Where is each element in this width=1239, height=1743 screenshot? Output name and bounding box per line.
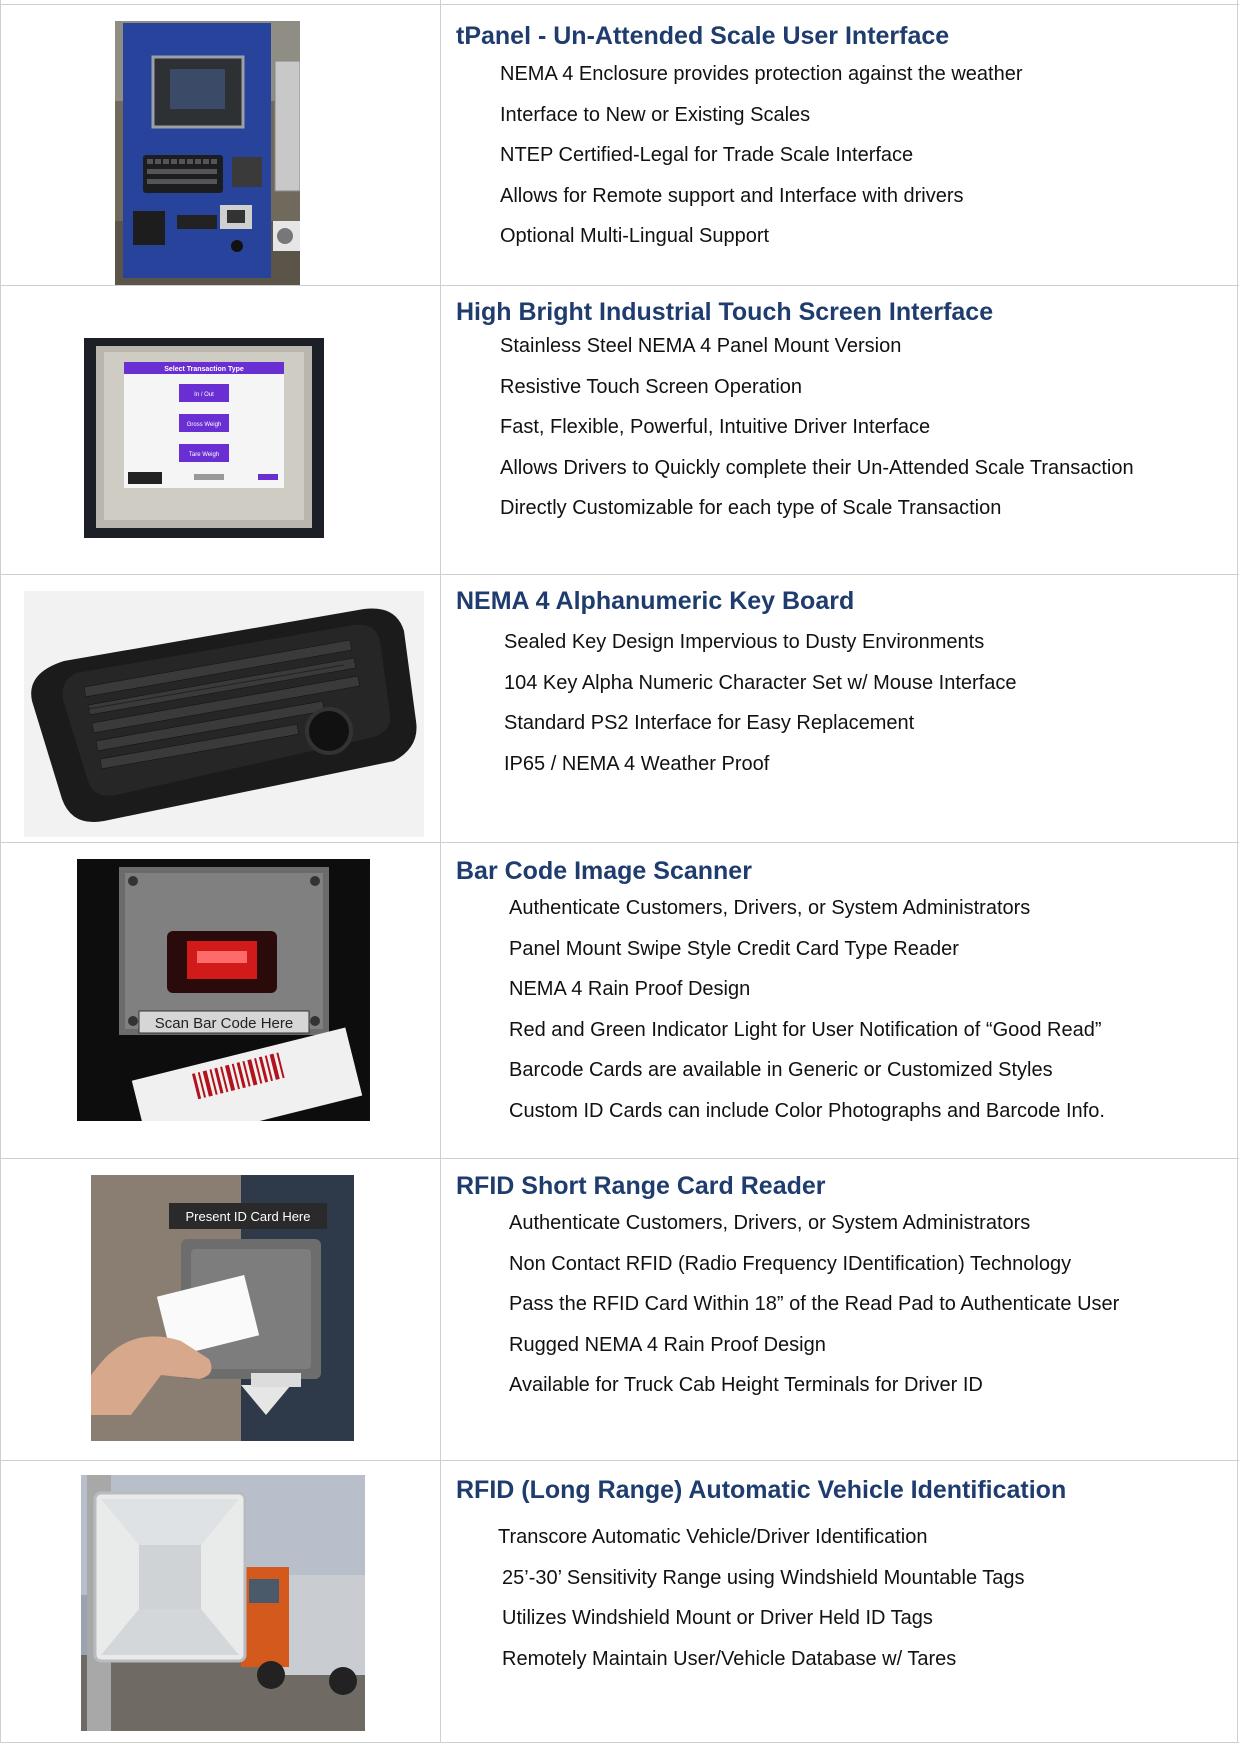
list-item: Standard PS2 Interface for Easy Replacem… xyxy=(504,712,915,734)
list-item: Allows Drivers to Quickly complete their… xyxy=(500,456,1134,479)
kiosk-terminal-photo xyxy=(115,21,300,286)
list-item: Pass the RFID Card Within 18” of the Rea… xyxy=(509,1293,1120,1315)
keyboard-photo xyxy=(24,591,424,837)
list-item: 104 Key Alpha Numeric Character Set w/ M… xyxy=(504,671,1017,694)
list-item: Stainless Steel NEMA 4 Panel Mount Versi… xyxy=(500,335,902,357)
screen-button-label: Tare Weigh xyxy=(189,452,219,458)
list-item: Fast, Flexible, Powerful, Intuitive Driv… xyxy=(500,416,931,438)
product-row-rfid-short-range: Present ID Card Here RFID Short Range Ca… xyxy=(0,1158,1239,1460)
list-item: Optional Multi-Lingual Support xyxy=(500,225,770,247)
feature-list: Sealed Key Design Impervious to Dusty En… xyxy=(504,622,1016,784)
list-item: NTEP Certified-Legal for Trade Scale Int… xyxy=(500,144,914,166)
product-title: NEMA 4 Alphanumeric Key Board xyxy=(456,587,855,615)
scanner-label: Scan Bar Code Here xyxy=(155,1015,293,1032)
barcode-scanner-photo: Scan Bar Code Here xyxy=(77,859,370,1121)
screen-button-label: In / Out xyxy=(194,392,214,398)
rfid-card-reader-photo: Present ID Card Here xyxy=(91,1175,354,1441)
list-item: Barcode Cards are available in Generic o… xyxy=(509,1059,1053,1081)
product-title: RFID (Long Range) Automatic Vehicle Iden… xyxy=(456,1476,1067,1504)
list-item: Panel Mount Swipe Style Credit Card Type… xyxy=(509,937,959,960)
screen-button-label: Gross Weigh xyxy=(187,422,222,428)
list-item: Custom ID Cards can include Color Photog… xyxy=(509,1099,1105,1122)
touch-screen-photo: Select Transaction Type In / Out Gross W… xyxy=(84,338,324,538)
list-item: Available for Truck Cab Height Terminals… xyxy=(509,1374,983,1396)
product-title: RFID Short Range Card Reader xyxy=(456,1172,826,1200)
list-item: Remotely Maintain User/Vehicle Database … xyxy=(502,1647,957,1670)
list-item: Non Contact RFID (Radio Frequency IDenti… xyxy=(509,1252,1072,1275)
list-item: NEMA 4 Enclosure provides protection aga… xyxy=(500,63,1023,85)
screen-header: Select Transaction Type xyxy=(164,366,244,373)
feature-list: Stainless Steel NEMA 4 Panel Mount Versi… xyxy=(500,326,1134,529)
list-item: NEMA 4 Rain Proof Design xyxy=(509,978,751,1000)
product-row-rfid-long-range: RFID (Long Range) Automatic Vehicle Iden… xyxy=(0,1460,1239,1743)
product-row-keyboard: NEMA 4 Alphanumeric Key Board Sealed Key… xyxy=(0,574,1239,842)
list-item: Interface to New or Existing Scales xyxy=(500,103,811,126)
product-title: High Bright Industrial Touch Screen Inte… xyxy=(456,298,994,326)
list-item: Sealed Key Design Impervious to Dusty En… xyxy=(504,631,985,653)
list-item: Resistive Touch Screen Operation xyxy=(500,375,803,398)
product-row-touch-screen: Select Transaction Type In / Out Gross W… xyxy=(0,285,1239,574)
product-row-barcode-scanner: Scan Bar Code Here Bar Code Image Scanne… xyxy=(0,842,1239,1158)
list-item: Allows for Remote support and Interface … xyxy=(500,184,964,207)
feature-list: NEMA 4 Enclosure provides protection aga… xyxy=(500,54,1023,257)
list-item: Directly Customizable for each type of S… xyxy=(500,497,1002,519)
reader-label: Present ID Card Here xyxy=(186,1209,311,1224)
list-item: IP65 / NEMA 4 Weather Proof xyxy=(504,752,770,775)
product-row-tpanel: tPanel - Un-Attended Scale User Interfac… xyxy=(0,4,1239,286)
feature-list: Transcore Automatic Vehicle/Driver Ident… xyxy=(498,1517,1025,1679)
feature-list: Authenticate Customers, Drivers, or Syst… xyxy=(509,1203,1119,1406)
list-item: Rugged NEMA 4 Rain Proof Design xyxy=(509,1333,826,1356)
list-item: Authenticate Customers, Drivers, or Syst… xyxy=(509,1212,1031,1234)
feature-list: Authenticate Customers, Drivers, or Syst… xyxy=(509,888,1105,1131)
list-item: Authenticate Customers, Drivers, or Syst… xyxy=(509,897,1031,919)
product-title: tPanel - Un-Attended Scale User Interfac… xyxy=(456,22,950,50)
list-item: Red and Green Indicator Light for User N… xyxy=(509,1018,1102,1041)
rfid-antenna-truck-photo xyxy=(81,1475,365,1731)
list-item: Utilizes Windshield Mount or Driver Held… xyxy=(502,1607,933,1629)
list-item: Transcore Automatic Vehicle/Driver Ident… xyxy=(498,1526,928,1548)
list-item: 25’-30’ Sensitivity Range using Windshie… xyxy=(502,1566,1025,1589)
product-title: Bar Code Image Scanner xyxy=(456,857,752,885)
